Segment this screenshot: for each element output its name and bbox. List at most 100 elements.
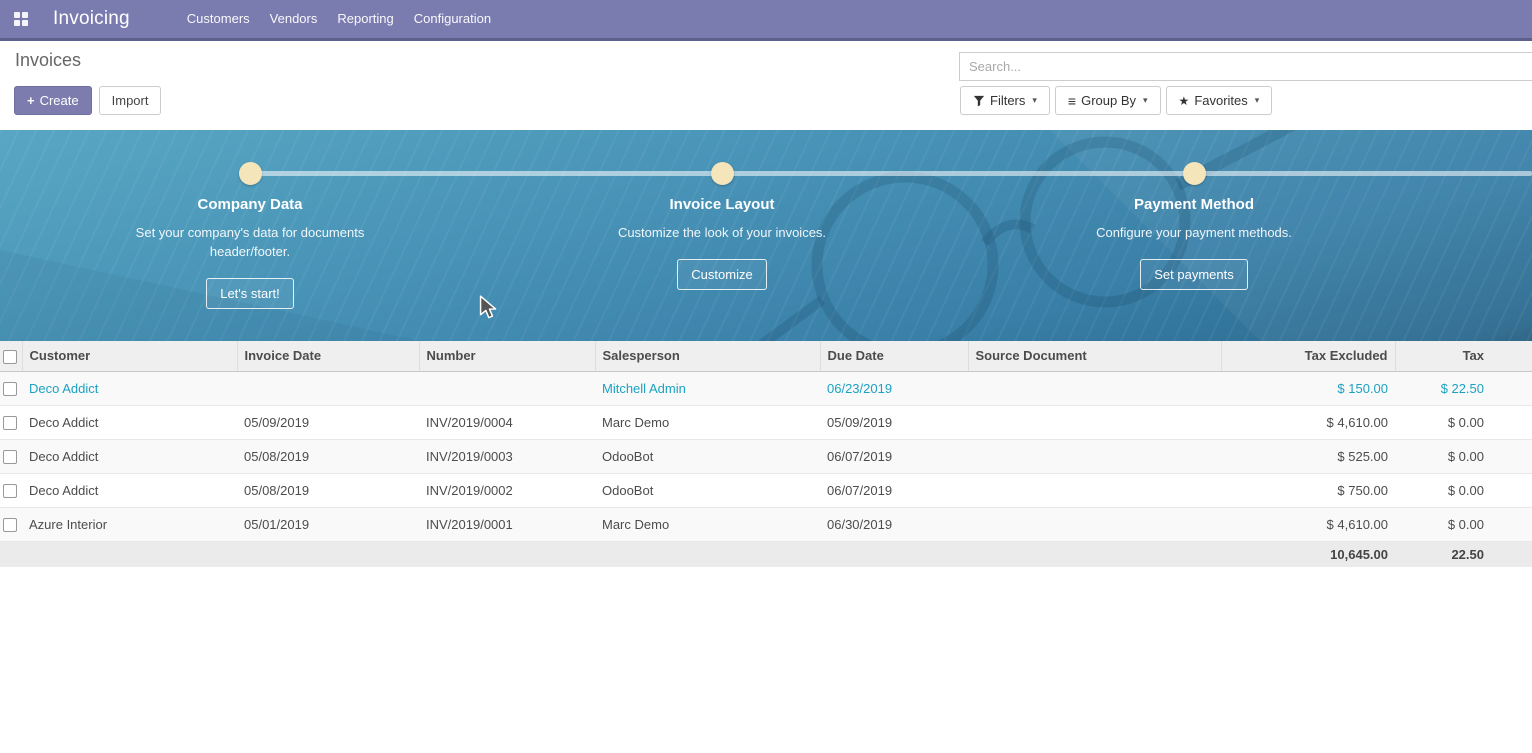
step-dot-payment-method (1183, 162, 1206, 185)
customize-button[interactable]: Customize (677, 259, 766, 290)
col-header-salesperson[interactable]: Salesperson (595, 341, 820, 371)
invoice-date-cell[interactable]: 05/08/2019 (237, 473, 419, 507)
customer-cell[interactable]: Deco Addict (22, 405, 237, 439)
row-select-cell[interactable] (0, 371, 22, 405)
nav-menu-vendors[interactable]: Vendors (260, 0, 328, 38)
invoice-date-cell[interactable]: 05/08/2019 (237, 439, 419, 473)
customer-cell[interactable]: Deco Addict (22, 439, 237, 473)
select-all-header[interactable] (0, 341, 22, 371)
tax-cell[interactable]: $ 0.00 (1395, 439, 1532, 473)
tax-excluded-cell[interactable]: $ 750.00 (1221, 473, 1395, 507)
table-row[interactable]: Deco Addict 05/08/2019 INV/2019/0002 Odo… (0, 473, 1532, 507)
tax-cell[interactable]: $ 0.00 (1395, 507, 1532, 541)
create-button[interactable]: + Create (14, 86, 92, 115)
tax-cell[interactable]: $ 22.50 (1395, 371, 1532, 405)
favorites-button[interactable]: ★ Favorites ▾ (1166, 86, 1273, 115)
source-document-cell[interactable] (968, 439, 1221, 473)
number-cell[interactable]: INV/2019/0001 (419, 507, 595, 541)
due-date-cell[interactable]: 06/30/2019 (820, 507, 968, 541)
chevron-down-icon: ▾ (1143, 95, 1148, 106)
table-row[interactable]: Deco Addict 05/09/2019 INV/2019/0004 Mar… (0, 405, 1532, 439)
step-dot-company-data (239, 162, 262, 185)
set-payments-button[interactable]: Set payments (1140, 259, 1248, 290)
tax-excluded-cell[interactable]: $ 4,610.00 (1221, 405, 1395, 439)
plus-icon: + (27, 93, 35, 108)
row-checkbox[interactable] (3, 382, 17, 396)
tax-excluded-cell[interactable]: $ 4,610.00 (1221, 507, 1395, 541)
salesperson-cell[interactable]: Marc Demo (595, 507, 820, 541)
col-header-due-date[interactable]: Due Date (820, 341, 968, 371)
chevron-down-icon: ▾ (1255, 95, 1260, 106)
invoice-date-cell[interactable] (237, 371, 419, 405)
app-title[interactable]: Invoicing (53, 8, 130, 30)
import-button-label: Import (112, 93, 149, 108)
salesperson-link[interactable]: Mitchell Admin (602, 381, 686, 396)
col-header-number[interactable]: Number (419, 341, 595, 371)
col-header-source-document[interactable]: Source Document (968, 341, 1221, 371)
onboarding-progress-line (250, 171, 1532, 176)
filters-button[interactable]: Filters ▾ (960, 86, 1050, 115)
lets-start-button[interactable]: Let's start! (206, 278, 294, 309)
salesperson-cell[interactable]: OdooBot (595, 439, 820, 473)
row-checkbox[interactable] (3, 484, 17, 498)
customer-link[interactable]: Deco Addict (29, 381, 98, 396)
source-document-cell[interactable] (968, 371, 1221, 405)
tax-cell[interactable]: $ 0.00 (1395, 405, 1532, 439)
table-row[interactable]: Deco Addict 05/08/2019 INV/2019/0003 Odo… (0, 439, 1532, 473)
apps-grid-icon[interactable] (14, 12, 29, 27)
row-select-cell[interactable] (0, 405, 22, 439)
invoice-date-cell[interactable]: 05/09/2019 (237, 405, 419, 439)
salesperson-cell[interactable]: OdooBot (595, 473, 820, 507)
step-title: Company Data (100, 196, 400, 213)
search-input[interactable] (959, 52, 1532, 81)
onboarding-banner: Company Data Set your company's data for… (0, 130, 1532, 341)
row-checkbox[interactable] (3, 450, 17, 464)
number-cell[interactable] (419, 371, 595, 405)
row-checkbox[interactable] (3, 416, 17, 430)
table-row[interactable]: Azure Interior 05/01/2019 INV/2019/0001 … (0, 507, 1532, 541)
row-select-cell[interactable] (0, 439, 22, 473)
top-navbar: Invoicing Customers Vendors Reporting Co… (0, 0, 1532, 41)
col-header-tax[interactable]: Tax (1395, 341, 1532, 371)
search-filter-buttons: Filters ▾ ≡ Group By ▾ ★ Favorites ▾ (960, 86, 1272, 115)
source-document-cell[interactable] (968, 473, 1221, 507)
tax-excluded-cell[interactable]: $ 150.00 (1221, 371, 1395, 405)
salesperson-cell[interactable]: Marc Demo (595, 405, 820, 439)
table-footer-row: 10,645.00 22.50 (0, 541, 1532, 567)
group-by-button-label: Group By (1081, 93, 1136, 108)
import-button[interactable]: Import (99, 86, 162, 115)
number-cell[interactable]: INV/2019/0004 (419, 405, 595, 439)
customer-cell[interactable]: Deco Addict (22, 473, 237, 507)
tax-excluded-cell[interactable]: $ 525.00 (1221, 439, 1395, 473)
nav-menu-reporting[interactable]: Reporting (327, 0, 403, 38)
select-all-checkbox[interactable] (3, 350, 17, 364)
col-header-invoice-date[interactable]: Invoice Date (237, 341, 419, 371)
total-tax-excluded: 10,645.00 (1221, 541, 1395, 567)
step-title: Invoice Layout (572, 196, 872, 213)
step-dot-invoice-layout (711, 162, 734, 185)
col-header-tax-excluded[interactable]: Tax Excluded (1221, 341, 1395, 371)
nav-menu-configuration[interactable]: Configuration (404, 0, 501, 38)
due-date-cell[interactable]: 06/23/2019 (820, 371, 968, 405)
col-header-customer[interactable]: Customer (22, 341, 237, 371)
step-description: Configure your payment methods. (1074, 223, 1314, 242)
page-title: Invoices (15, 50, 81, 71)
due-date-cell[interactable]: 06/07/2019 (820, 439, 968, 473)
invoice-date-cell[interactable]: 05/01/2019 (237, 507, 419, 541)
nav-menu-customers[interactable]: Customers (177, 0, 260, 38)
source-document-cell[interactable] (968, 507, 1221, 541)
due-date-cell[interactable]: 05/09/2019 (820, 405, 968, 439)
number-cell[interactable]: INV/2019/0003 (419, 439, 595, 473)
onboarding-step-company-data: Company Data Set your company's data for… (100, 196, 400, 309)
row-checkbox[interactable] (3, 518, 17, 532)
row-select-cell[interactable] (0, 507, 22, 541)
source-document-cell[interactable] (968, 405, 1221, 439)
number-cell[interactable]: INV/2019/0002 (419, 473, 595, 507)
customer-cell[interactable]: Azure Interior (22, 507, 237, 541)
due-date-cell[interactable]: 06/07/2019 (820, 473, 968, 507)
row-select-cell[interactable] (0, 473, 22, 507)
footer-empty (0, 541, 22, 567)
group-by-button[interactable]: ≡ Group By ▾ (1055, 86, 1161, 115)
tax-cell[interactable]: $ 0.00 (1395, 473, 1532, 507)
table-row[interactable]: Deco Addict Mitchell Admin 06/23/2019 $ … (0, 371, 1532, 405)
